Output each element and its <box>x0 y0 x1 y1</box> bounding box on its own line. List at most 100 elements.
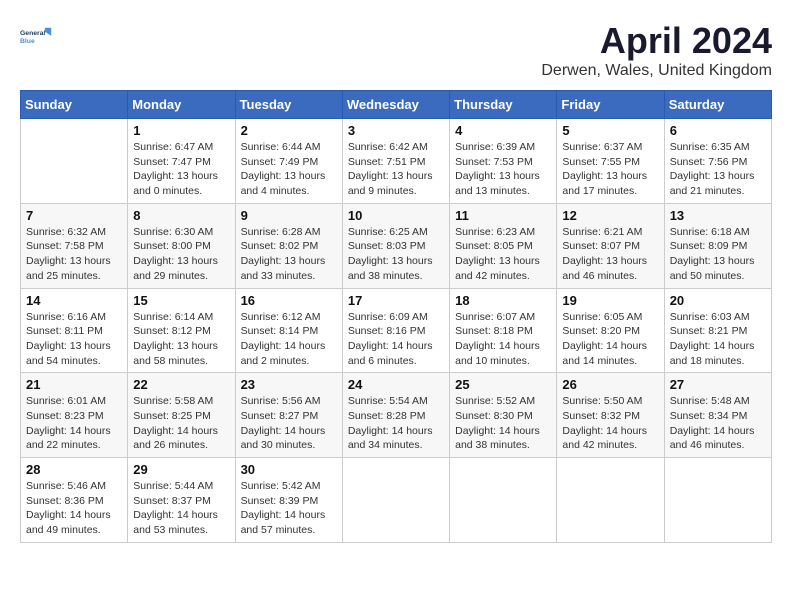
day-number: 24 <box>348 377 444 392</box>
weekday-header: Sunday <box>21 91 128 119</box>
day-number: 10 <box>348 208 444 223</box>
weekday-header: Monday <box>128 91 235 119</box>
day-info: Sunrise: 5:52 AMSunset: 8:30 PMDaylight:… <box>455 394 551 453</box>
calendar-day-cell: 15 Sunrise: 6:14 AMSunset: 8:12 PMDayligh… <box>128 288 235 373</box>
weekday-header: Thursday <box>450 91 557 119</box>
calendar-day-cell: 10 Sunrise: 6:25 AMSunset: 8:03 PMDayligh… <box>342 203 449 288</box>
day-number: 12 <box>562 208 658 223</box>
calendar-day-cell: 9 Sunrise: 6:28 AMSunset: 8:02 PMDaylight… <box>235 203 342 288</box>
day-number: 19 <box>562 293 658 308</box>
svg-text:Blue: Blue <box>20 38 35 45</box>
calendar-day-cell: 17 Sunrise: 6:09 AMSunset: 8:16 PMDayligh… <box>342 288 449 373</box>
day-info: Sunrise: 5:54 AMSunset: 8:28 PMDaylight:… <box>348 394 444 453</box>
day-number: 21 <box>26 377 122 392</box>
day-info: Sunrise: 6:37 AMSunset: 7:55 PMDaylight:… <box>562 140 658 199</box>
calendar-day-cell: 16Sunrise: 6:12 AMSunset: 8:14 PMDayligh… <box>235 288 342 373</box>
day-number: 3 <box>348 123 444 138</box>
calendar-day-cell: 18Sunrise: 6:07 AMSunset: 8:18 PMDayligh… <box>450 288 557 373</box>
weekday-header: Friday <box>557 91 664 119</box>
calendar-week-row: 28 Sunrise: 5:46 AMSunset: 8:36 PMDayligh… <box>21 458 772 543</box>
calendar-header-row: SundayMondayTuesdayWednesdayThursdayFrid… <box>21 91 772 119</box>
day-number: 9 <box>241 208 337 223</box>
day-number: 27 <box>670 377 766 392</box>
logo: GeneralBlue General Blue <box>20 20 52 52</box>
calendar-day-cell: 30 Sunrise: 5:42 AMSunset: 8:39 PMDayligh… <box>235 458 342 543</box>
day-number: 22 <box>133 377 229 392</box>
day-number: 8 <box>133 208 229 223</box>
calendar-day-cell <box>21 119 128 204</box>
logo-icon: GeneralBlue <box>20 20 52 52</box>
day-info: Sunrise: 6:25 AMSunset: 8:03 PMDaylight:… <box>348 225 444 284</box>
calendar-day-cell: 2 Sunrise: 6:44 AMSunset: 7:49 PMDaylight… <box>235 119 342 204</box>
calendar-day-cell: 3 Sunrise: 6:42 AMSunset: 7:51 PMDaylight… <box>342 119 449 204</box>
day-number: 25 <box>455 377 551 392</box>
calendar-day-cell: 22 Sunrise: 5:58 AMSunset: 8:25 PMDayligh… <box>128 373 235 458</box>
day-info: Sunrise: 6:44 AMSunset: 7:49 PMDaylight:… <box>241 140 337 199</box>
calendar-day-cell: 1Sunrise: 6:47 AMSunset: 7:47 PMDaylight… <box>128 119 235 204</box>
day-number: 18 <box>455 293 551 308</box>
day-number: 29 <box>133 462 229 477</box>
calendar-day-cell: 8 Sunrise: 6:30 AMSunset: 8:00 PMDaylight… <box>128 203 235 288</box>
day-info: Sunrise: 6:42 AMSunset: 7:51 PMDaylight:… <box>348 140 444 199</box>
calendar-day-cell: 11 Sunrise: 6:23 AMSunset: 8:05 PMDayligh… <box>450 203 557 288</box>
calendar-day-cell: 5Sunrise: 6:37 AMSunset: 7:55 PMDaylight… <box>557 119 664 204</box>
calendar-day-cell: 28 Sunrise: 5:46 AMSunset: 8:36 PMDayligh… <box>21 458 128 543</box>
day-number: 28 <box>26 462 122 477</box>
calendar-week-row: 21 Sunrise: 6:01 AMSunset: 8:23 PMDayligh… <box>21 373 772 458</box>
day-info: Sunrise: 6:14 AMSunset: 8:12 PMDaylight:… <box>133 310 229 369</box>
day-number: 26 <box>562 377 658 392</box>
day-info: Sunrise: 6:35 AMSunset: 7:56 PMDaylight:… <box>670 140 766 199</box>
calendar-day-cell: 27Sunrise: 5:48 AMSunset: 8:34 PMDayligh… <box>664 373 771 458</box>
calendar-table: SundayMondayTuesdayWednesdayThursdayFrid… <box>20 90 772 543</box>
day-info: Sunrise: 6:30 AMSunset: 8:00 PMDaylight:… <box>133 225 229 284</box>
day-info: Sunrise: 5:42 AMSunset: 8:39 PMDaylight:… <box>241 479 337 538</box>
day-number: 4 <box>455 123 551 138</box>
calendar-week-row: 7Sunrise: 6:32 AMSunset: 7:58 PMDaylight… <box>21 203 772 288</box>
day-info: Sunrise: 6:23 AMSunset: 8:05 PMDaylight:… <box>455 225 551 284</box>
day-info: Sunrise: 6:21 AMSunset: 8:07 PMDaylight:… <box>562 225 658 284</box>
day-info: Sunrise: 6:39 AMSunset: 7:53 PMDaylight:… <box>455 140 551 199</box>
day-info: Sunrise: 5:46 AMSunset: 8:36 PMDaylight:… <box>26 479 122 538</box>
calendar-day-cell: 25 Sunrise: 5:52 AMSunset: 8:30 PMDayligh… <box>450 373 557 458</box>
calendar-week-row: 1Sunrise: 6:47 AMSunset: 7:47 PMDaylight… <box>21 119 772 204</box>
calendar-day-cell: 26 Sunrise: 5:50 AMSunset: 8:32 PMDayligh… <box>557 373 664 458</box>
calendar-day-cell: 4 Sunrise: 6:39 AMSunset: 7:53 PMDaylight… <box>450 119 557 204</box>
weekday-header: Wednesday <box>342 91 449 119</box>
day-info: Sunrise: 6:09 AMSunset: 8:16 PMDaylight:… <box>348 310 444 369</box>
day-info: Sunrise: 6:28 AMSunset: 8:02 PMDaylight:… <box>241 225 337 284</box>
calendar-day-cell: 21 Sunrise: 6:01 AMSunset: 8:23 PMDayligh… <box>21 373 128 458</box>
page-title: April 2024 <box>541 20 772 62</box>
day-info: Sunrise: 6:32 AMSunset: 7:58 PMDaylight:… <box>26 225 122 284</box>
calendar-week-row: 14Sunrise: 6:16 AMSunset: 8:11 PMDayligh… <box>21 288 772 373</box>
calendar-day-cell: 7Sunrise: 6:32 AMSunset: 7:58 PMDaylight… <box>21 203 128 288</box>
day-info: Sunrise: 6:03 AMSunset: 8:21 PMDaylight:… <box>670 310 766 369</box>
calendar-day-cell: 12 Sunrise: 6:21 AMSunset: 8:07 PMDayligh… <box>557 203 664 288</box>
calendar-day-cell: 6Sunrise: 6:35 AMSunset: 7:56 PMDaylight… <box>664 119 771 204</box>
day-number: 23 <box>241 377 337 392</box>
day-number: 20 <box>670 293 766 308</box>
page-header: GeneralBlue General Blue April 2024 Derw… <box>20 20 772 80</box>
day-info: Sunrise: 5:56 AMSunset: 8:27 PMDaylight:… <box>241 394 337 453</box>
day-info: Sunrise: 6:12 AMSunset: 8:14 PMDaylight:… <box>241 310 337 369</box>
day-number: 2 <box>241 123 337 138</box>
day-info: Sunrise: 5:44 AMSunset: 8:37 PMDaylight:… <box>133 479 229 538</box>
calendar-day-cell: 19 Sunrise: 6:05 AMSunset: 8:20 PMDayligh… <box>557 288 664 373</box>
day-number: 30 <box>241 462 337 477</box>
day-info: Sunrise: 5:50 AMSunset: 8:32 PMDaylight:… <box>562 394 658 453</box>
day-info: Sunrise: 5:58 AMSunset: 8:25 PMDaylight:… <box>133 394 229 453</box>
calendar-day-cell <box>342 458 449 543</box>
page-subtitle: Derwen, Wales, United Kingdom <box>541 62 772 80</box>
svg-text:General: General <box>20 30 45 37</box>
day-number: 17 <box>348 293 444 308</box>
calendar-day-cell: 24 Sunrise: 5:54 AMSunset: 8:28 PMDayligh… <box>342 373 449 458</box>
calendar-day-cell <box>664 458 771 543</box>
day-info: Sunrise: 6:05 AMSunset: 8:20 PMDaylight:… <box>562 310 658 369</box>
day-info: Sunrise: 6:01 AMSunset: 8:23 PMDaylight:… <box>26 394 122 453</box>
calendar-day-cell <box>450 458 557 543</box>
day-number: 15 <box>133 293 229 308</box>
calendar-day-cell: 20 Sunrise: 6:03 AMSunset: 8:21 PMDayligh… <box>664 288 771 373</box>
day-number: 14 <box>26 293 122 308</box>
day-number: 11 <box>455 208 551 223</box>
calendar-day-cell: 29 Sunrise: 5:44 AMSunset: 8:37 PMDayligh… <box>128 458 235 543</box>
weekday-header: Saturday <box>664 91 771 119</box>
